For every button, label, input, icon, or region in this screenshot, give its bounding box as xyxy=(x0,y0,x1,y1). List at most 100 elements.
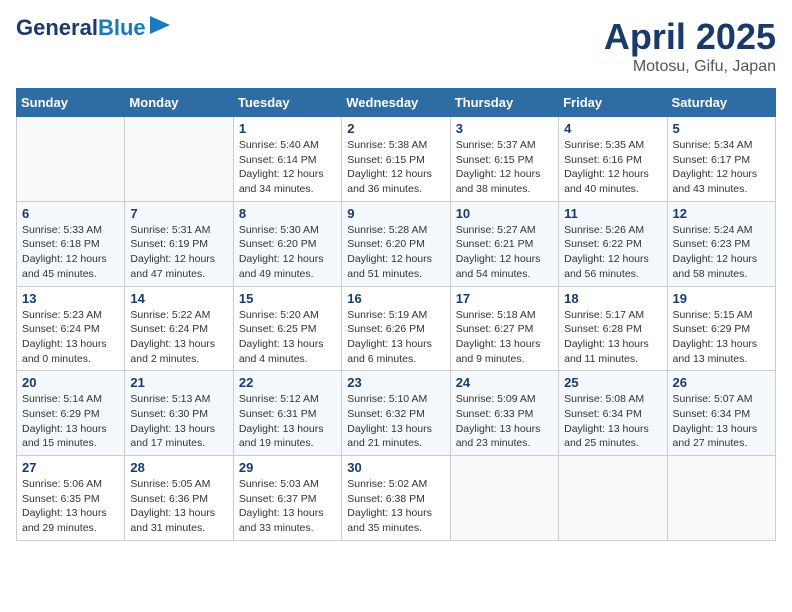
day-cell: 20 Sunrise: 5:14 AM Sunset: 6:29 PM Dayli… xyxy=(17,371,125,456)
day-detail: Sunrise: 5:31 AM Sunset: 6:19 PM Dayligh… xyxy=(130,223,227,282)
day-cell: 7 Sunrise: 5:31 AM Sunset: 6:19 PM Daylig… xyxy=(125,201,233,286)
day-cell: 15 Sunrise: 5:20 AM Sunset: 6:25 PM Dayli… xyxy=(233,286,341,371)
day-detail: Sunrise: 5:19 AM Sunset: 6:26 PM Dayligh… xyxy=(347,308,444,367)
day-number: 12 xyxy=(673,206,770,221)
day-cell: 6Sunrise: 5:33 AM Sunset: 6:18 PM Daylig… xyxy=(17,201,125,286)
day-cell: 18Sunrise: 5:17 AM Sunset: 6:28 PM Dayli… xyxy=(559,286,667,371)
day-detail: Sunrise: 5:08 AM Sunset: 6:34 PM Dayligh… xyxy=(564,392,661,451)
day-number: 8 xyxy=(239,206,336,221)
day-number: 20 xyxy=(22,375,119,390)
day-number: 28 xyxy=(130,460,227,475)
day-cell: 23 Sunrise: 5:10 AM Sunset: 6:32 PM Dayli… xyxy=(342,371,450,456)
day-detail: Sunrise: 5:15 AM Sunset: 6:29 PM Dayligh… xyxy=(673,308,770,367)
day-cell: 3 Sunrise: 5:37 AM Sunset: 6:15 PM Daylig… xyxy=(450,117,558,202)
day-detail: Sunrise: 5:27 AM Sunset: 6:21 PM Dayligh… xyxy=(456,223,553,282)
day-number: 21 xyxy=(130,375,227,390)
day-number: 9 xyxy=(347,206,444,221)
day-detail: Sunrise: 5:24 AM Sunset: 6:23 PM Dayligh… xyxy=(673,223,770,282)
day-cell: 16Sunrise: 5:19 AM Sunset: 6:26 PM Dayli… xyxy=(342,286,450,371)
day-cell: 28 Sunrise: 5:05 AM Sunset: 6:36 PM Dayli… xyxy=(125,456,233,541)
day-cell: 14 Sunrise: 5:22 AM Sunset: 6:24 PM Dayli… xyxy=(125,286,233,371)
week-row-2: 6Sunrise: 5:33 AM Sunset: 6:18 PM Daylig… xyxy=(17,201,776,286)
day-detail: Sunrise: 5:02 AM Sunset: 6:38 PM Dayligh… xyxy=(347,477,444,536)
day-detail: Sunrise: 5:37 AM Sunset: 6:15 PM Dayligh… xyxy=(456,138,553,197)
title-block: April 2025 Motosu, Gifu, Japan xyxy=(604,16,776,76)
day-detail: Sunrise: 5:20 AM Sunset: 6:25 PM Dayligh… xyxy=(239,308,336,367)
day-number: 22 xyxy=(239,375,336,390)
day-number: 26 xyxy=(673,375,770,390)
day-number: 17 xyxy=(456,291,553,306)
day-number: 4 xyxy=(564,121,661,136)
week-row-3: 13 Sunrise: 5:23 AM Sunset: 6:24 PM Dayli… xyxy=(17,286,776,371)
day-number: 2 xyxy=(347,121,444,136)
day-cell: 29Sunrise: 5:03 AM Sunset: 6:37 PM Dayli… xyxy=(233,456,341,541)
day-number: 15 xyxy=(239,291,336,306)
day-cell xyxy=(17,117,125,202)
day-cell: 26 Sunrise: 5:07 AM Sunset: 6:34 PM Dayli… xyxy=(667,371,775,456)
day-detail: Sunrise: 5:10 AM Sunset: 6:32 PM Dayligh… xyxy=(347,392,444,451)
logo-arrow-icon xyxy=(150,16,170,39)
weekday-header-friday: Friday xyxy=(559,89,667,117)
day-cell: 8 Sunrise: 5:30 AM Sunset: 6:20 PM Daylig… xyxy=(233,201,341,286)
day-detail: Sunrise: 5:30 AM Sunset: 6:20 PM Dayligh… xyxy=(239,223,336,282)
logo: GeneralBlue xyxy=(16,16,170,39)
day-number: 25 xyxy=(564,375,661,390)
day-cell: 24 Sunrise: 5:09 AM Sunset: 6:33 PM Dayli… xyxy=(450,371,558,456)
weekday-header-sunday: Sunday xyxy=(17,89,125,117)
day-detail: Sunrise: 5:17 AM Sunset: 6:28 PM Dayligh… xyxy=(564,308,661,367)
day-cell: 9 Sunrise: 5:28 AM Sunset: 6:20 PM Daylig… xyxy=(342,201,450,286)
day-detail: Sunrise: 5:07 AM Sunset: 6:34 PM Dayligh… xyxy=(673,392,770,451)
weekday-header-thursday: Thursday xyxy=(450,89,558,117)
day-detail: Sunrise: 5:28 AM Sunset: 6:20 PM Dayligh… xyxy=(347,223,444,282)
day-detail: Sunrise: 5:35 AM Sunset: 6:16 PM Dayligh… xyxy=(564,138,661,197)
day-number: 3 xyxy=(456,121,553,136)
day-detail: Sunrise: 5:06 AM Sunset: 6:35 PM Dayligh… xyxy=(22,477,119,536)
day-cell: 21Sunrise: 5:13 AM Sunset: 6:30 PM Dayli… xyxy=(125,371,233,456)
day-number: 11 xyxy=(564,206,661,221)
weekday-header-tuesday: Tuesday xyxy=(233,89,341,117)
day-detail: Sunrise: 5:09 AM Sunset: 6:33 PM Dayligh… xyxy=(456,392,553,451)
day-number: 19 xyxy=(673,291,770,306)
day-detail: Sunrise: 5:40 AM Sunset: 6:14 PM Dayligh… xyxy=(239,138,336,197)
weekday-header-wednesday: Wednesday xyxy=(342,89,450,117)
day-cell: 2Sunrise: 5:38 AM Sunset: 6:15 PM Daylig… xyxy=(342,117,450,202)
day-detail: Sunrise: 5:05 AM Sunset: 6:36 PM Dayligh… xyxy=(130,477,227,536)
day-cell: 5 Sunrise: 5:34 AM Sunset: 6:17 PM Daylig… xyxy=(667,117,775,202)
day-cell xyxy=(667,456,775,541)
day-detail: Sunrise: 5:03 AM Sunset: 6:37 PM Dayligh… xyxy=(239,477,336,536)
day-number: 6 xyxy=(22,206,119,221)
day-cell: 13 Sunrise: 5:23 AM Sunset: 6:24 PM Dayli… xyxy=(17,286,125,371)
page-header: GeneralBlue April 2025 Motosu, Gifu, Jap… xyxy=(16,16,776,76)
day-number: 10 xyxy=(456,206,553,221)
day-number: 23 xyxy=(347,375,444,390)
logo-text: GeneralBlue xyxy=(16,17,146,39)
day-number: 13 xyxy=(22,291,119,306)
day-number: 24 xyxy=(456,375,553,390)
day-cell: 19 Sunrise: 5:15 AM Sunset: 6:29 PM Dayli… xyxy=(667,286,775,371)
day-detail: Sunrise: 5:18 AM Sunset: 6:27 PM Dayligh… xyxy=(456,308,553,367)
day-cell xyxy=(125,117,233,202)
weekday-header-saturday: Saturday xyxy=(667,89,775,117)
day-detail: Sunrise: 5:22 AM Sunset: 6:24 PM Dayligh… xyxy=(130,308,227,367)
calendar-table: SundayMondayTuesdayWednesdayThursdayFrid… xyxy=(16,88,776,541)
day-cell xyxy=(559,456,667,541)
day-cell xyxy=(450,456,558,541)
day-cell: 4 Sunrise: 5:35 AM Sunset: 6:16 PM Daylig… xyxy=(559,117,667,202)
day-detail: Sunrise: 5:34 AM Sunset: 6:17 PM Dayligh… xyxy=(673,138,770,197)
day-cell: 25 Sunrise: 5:08 AM Sunset: 6:34 PM Dayli… xyxy=(559,371,667,456)
week-row-5: 27 Sunrise: 5:06 AM Sunset: 6:35 PM Dayli… xyxy=(17,456,776,541)
day-number: 1 xyxy=(239,121,336,136)
month-title: April 2025 xyxy=(604,16,776,58)
day-cell: 11 Sunrise: 5:26 AM Sunset: 6:22 PM Dayli… xyxy=(559,201,667,286)
day-number: 14 xyxy=(130,291,227,306)
day-cell: 27 Sunrise: 5:06 AM Sunset: 6:35 PM Dayli… xyxy=(17,456,125,541)
day-number: 27 xyxy=(22,460,119,475)
day-detail: Sunrise: 5:14 AM Sunset: 6:29 PM Dayligh… xyxy=(22,392,119,451)
day-number: 5 xyxy=(673,121,770,136)
day-detail: Sunrise: 5:23 AM Sunset: 6:24 PM Dayligh… xyxy=(22,308,119,367)
day-cell: 17 Sunrise: 5:18 AM Sunset: 6:27 PM Dayli… xyxy=(450,286,558,371)
day-cell: 10 Sunrise: 5:27 AM Sunset: 6:21 PM Dayli… xyxy=(450,201,558,286)
day-cell: 12 Sunrise: 5:24 AM Sunset: 6:23 PM Dayli… xyxy=(667,201,775,286)
day-number: 7 xyxy=(130,206,227,221)
day-detail: Sunrise: 5:26 AM Sunset: 6:22 PM Dayligh… xyxy=(564,223,661,282)
